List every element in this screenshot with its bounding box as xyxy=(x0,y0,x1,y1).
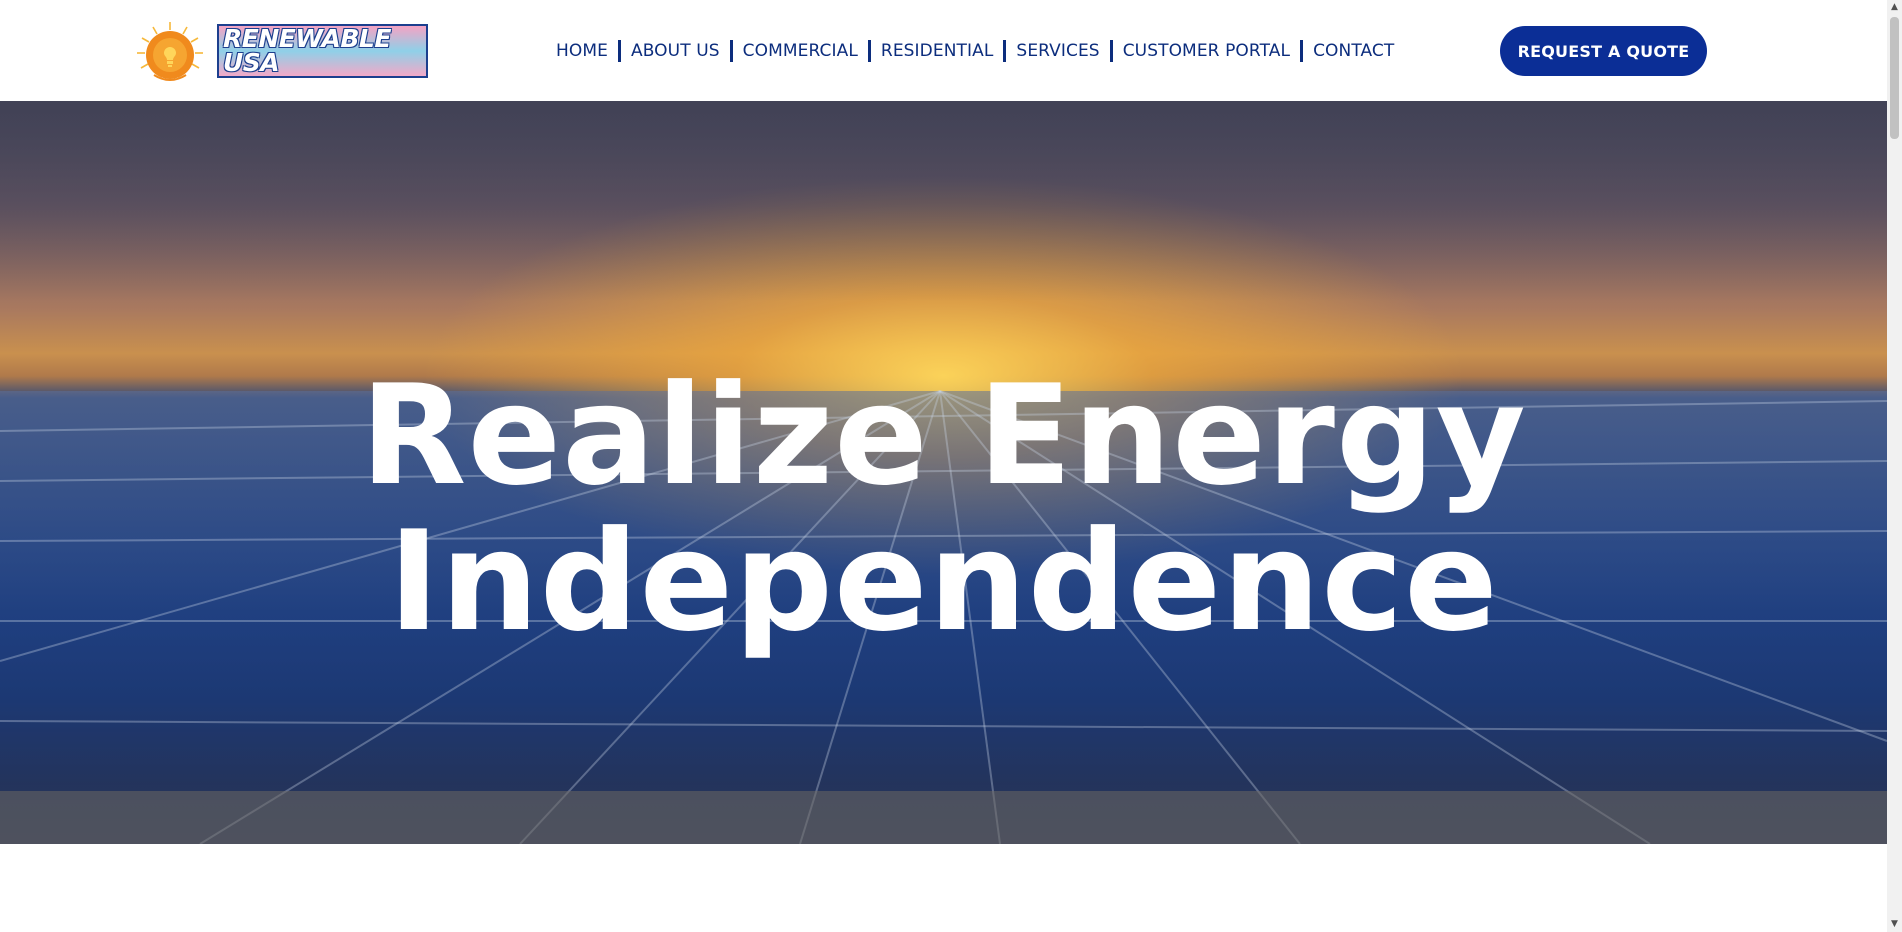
hero-heading-line-1: Realize Energy xyxy=(360,355,1527,516)
brand-logo[interactable]: RENEWABLE USA xyxy=(133,20,428,82)
nav-item-customer-portal[interactable]: CUSTOMER PORTAL xyxy=(1123,41,1290,61)
chevron-down-icon[interactable]: ▼ xyxy=(1887,917,1902,932)
scrollbar-thumb[interactable] xyxy=(1890,17,1899,139)
nav-divider xyxy=(1300,40,1304,62)
site-header: RENEWABLE USA HOME ABOUT US COMMERCIAL R… xyxy=(0,0,1887,101)
nav-item-about-us[interactable]: ABOUT US xyxy=(631,41,720,61)
nav-divider xyxy=(1109,40,1113,62)
hero-banner: Realize Energy Independence xyxy=(0,101,1887,844)
nav-divider xyxy=(729,40,733,62)
nav-divider xyxy=(867,40,871,62)
nav-item-services[interactable]: SERVICES xyxy=(1016,41,1099,61)
nav-item-residential[interactable]: RESIDENTIAL xyxy=(881,41,994,61)
nav-item-commercial[interactable]: COMMERCIAL xyxy=(743,41,858,61)
hero-heading: Realize Energy Independence xyxy=(0,363,1887,655)
brand-name: RENEWABLE USA xyxy=(217,24,428,78)
page-scrollbar[interactable]: ▲ ▼ xyxy=(1887,0,1902,932)
nav-divider xyxy=(617,40,621,62)
hero-heading-line-2: Independence xyxy=(388,501,1499,662)
request-quote-button[interactable]: REQUEST A QUOTE xyxy=(1500,26,1707,76)
sun-lightbulb-icon xyxy=(133,20,207,82)
nav-item-home[interactable]: HOME xyxy=(556,41,608,61)
nav-divider xyxy=(1003,40,1007,62)
nav-item-contact[interactable]: CONTACT xyxy=(1313,41,1394,61)
main-nav: HOME ABOUT US COMMERCIAL RESIDENTIAL SER… xyxy=(556,38,1394,64)
chevron-up-icon[interactable]: ▲ xyxy=(1887,0,1902,15)
